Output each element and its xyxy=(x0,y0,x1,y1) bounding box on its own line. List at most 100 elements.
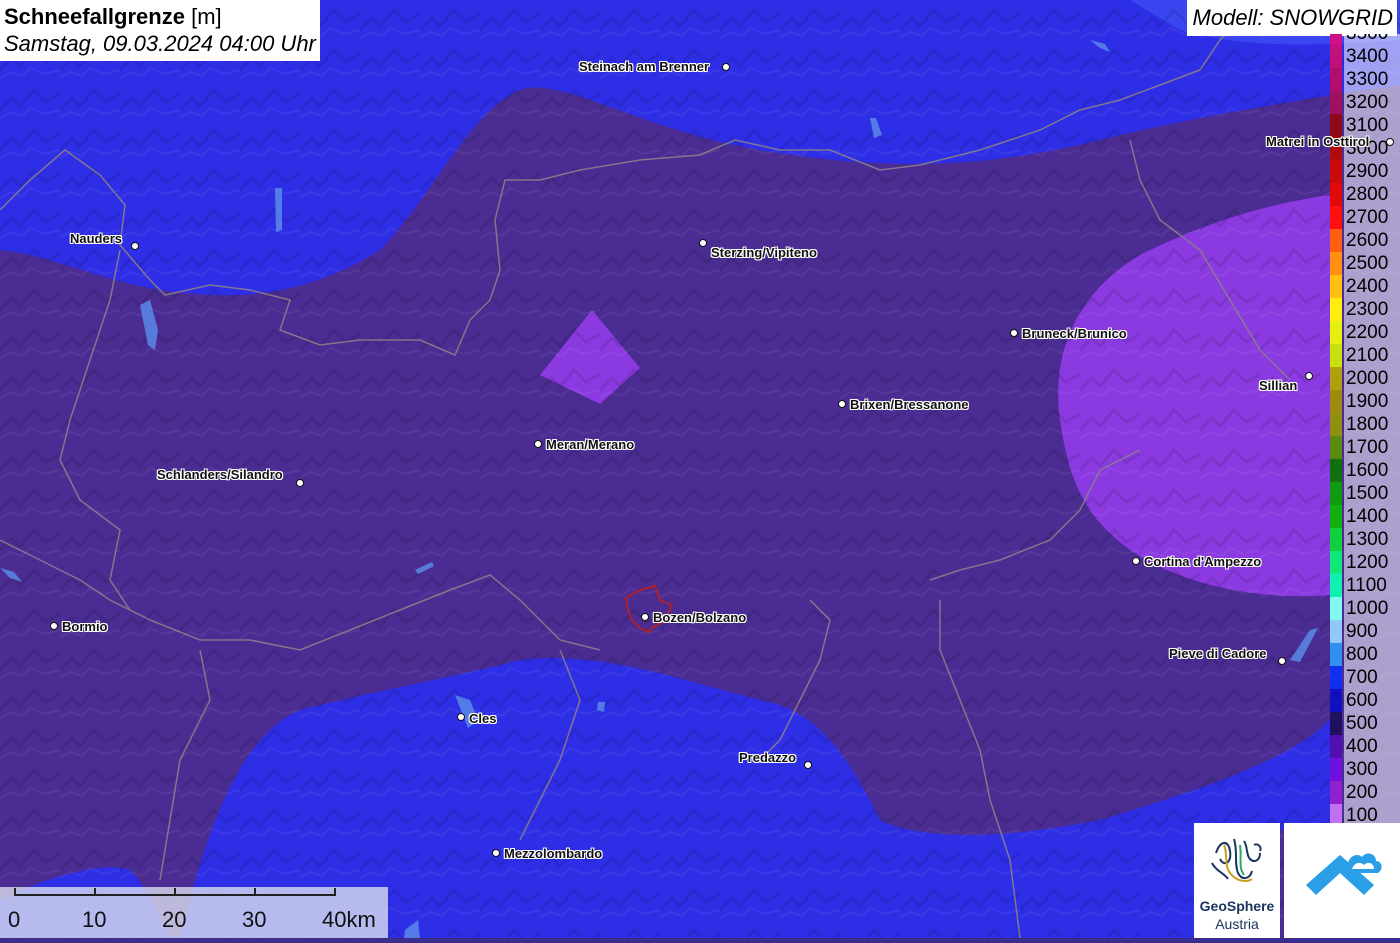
geosphere-logo[interactable]: GeoSphere Austria xyxy=(1194,823,1280,938)
legend-row: 300 xyxy=(1330,758,1400,781)
city-label-bruneck[interactable]: Bruneck/Brunico xyxy=(1022,326,1127,341)
city-dot-cortina[interactable] xyxy=(1132,557,1140,565)
legend-swatch xyxy=(1330,712,1342,735)
legend-label: 1800 xyxy=(1344,413,1400,436)
legend-label: 1100 xyxy=(1344,574,1400,597)
city-label-mezzolombardo[interactable]: Mezzolombardo xyxy=(504,846,602,861)
city-dot-pieve[interactable] xyxy=(1278,657,1286,665)
city-dot-meran[interactable] xyxy=(534,440,542,448)
city-label-cortina[interactable]: Cortina d'Ampezzo xyxy=(1144,554,1261,569)
legend-row: 1200 xyxy=(1330,551,1400,574)
city-label-meran[interactable]: Meran/Merano xyxy=(546,437,634,452)
city-label-steinach[interactable]: Steinach am Brenner xyxy=(579,59,709,74)
scale-label-30: 30 xyxy=(242,907,267,932)
legend-swatch xyxy=(1330,413,1342,436)
city-label-cles[interactable]: Cles xyxy=(469,711,496,726)
legend-row: 1600 xyxy=(1330,459,1400,482)
city-label-sillian[interactable]: Sillian xyxy=(1259,378,1297,393)
legend-label: 2200 xyxy=(1344,321,1400,344)
city-dot-bozen[interactable] xyxy=(641,613,649,621)
city-dot-brixen[interactable] xyxy=(838,400,846,408)
city-label-matrei[interactable]: Matrei in Osttirol xyxy=(1266,134,1369,149)
legend-row: 700 xyxy=(1330,666,1400,689)
legend-label: 1300 xyxy=(1344,528,1400,551)
color-legend: 3500340033003200310030002900280027002600… xyxy=(1330,34,1400,826)
legend-row: 2400 xyxy=(1330,275,1400,298)
city-dot-sterzing[interactable] xyxy=(699,239,707,247)
city-label-bozen[interactable]: Bozen/Bolzano xyxy=(653,610,746,625)
legend-label: 2900 xyxy=(1344,160,1400,183)
legend-label: 2400 xyxy=(1344,275,1400,298)
city-label-predazzo[interactable]: Predazzo xyxy=(739,750,796,765)
legend-swatch xyxy=(1330,45,1342,68)
legend-row: 1900 xyxy=(1330,390,1400,413)
legend-row: 3200 xyxy=(1330,91,1400,114)
scale-tick xyxy=(334,888,336,896)
city-dot-cles[interactable] xyxy=(457,713,465,721)
legend-swatch xyxy=(1330,390,1342,413)
scale-label-10: 10 xyxy=(82,907,107,932)
city-dot-nauders[interactable] xyxy=(131,242,139,250)
legend-swatch xyxy=(1330,183,1342,206)
geosphere-country: Austria xyxy=(1215,916,1259,932)
city-dot-matrei[interactable] xyxy=(1386,138,1394,146)
city-dot-schlanders[interactable] xyxy=(296,479,304,487)
city-label-schlanders[interactable]: Schlanders/Silandro xyxy=(157,467,283,482)
legend-label: 2600 xyxy=(1344,229,1400,252)
city-label-brixen[interactable]: Brixen/Bressanone xyxy=(850,397,969,412)
legend-swatch xyxy=(1330,275,1342,298)
legend-swatch xyxy=(1330,367,1342,390)
legend-label: 2500 xyxy=(1344,252,1400,275)
legend-row: 2300 xyxy=(1330,298,1400,321)
legend-label: 2800 xyxy=(1344,183,1400,206)
legend-swatch xyxy=(1330,344,1342,367)
legend-swatch xyxy=(1330,781,1342,804)
legend-swatch xyxy=(1330,735,1342,758)
scale-label-20: 20 xyxy=(162,907,187,932)
legend-label: 1700 xyxy=(1344,436,1400,459)
legend-row-top: 3500 xyxy=(1330,34,1400,45)
legend-label: 1900 xyxy=(1344,390,1400,413)
city-dot-bormio[interactable] xyxy=(50,622,58,630)
city-dot-sillian[interactable] xyxy=(1305,372,1313,380)
city-label-sterzing[interactable]: Sterzing/Vipiteno xyxy=(711,245,817,260)
legend-swatch xyxy=(1330,436,1342,459)
legend-swatch xyxy=(1330,528,1342,551)
legend-row: 1400 xyxy=(1330,505,1400,528)
legend-swatch xyxy=(1330,252,1342,275)
legend-label: 600 xyxy=(1344,689,1400,712)
map-title-box: Schneefallgrenze [m] Samstag, 09.03.2024… xyxy=(0,0,320,61)
legend-swatch xyxy=(1330,597,1342,620)
legend-label: 500 xyxy=(1344,712,1400,735)
snow-house-logo[interactable] xyxy=(1284,823,1400,938)
legend-swatch xyxy=(1330,505,1342,528)
legend-row: 800 xyxy=(1330,643,1400,666)
legend-row: 500 xyxy=(1330,712,1400,735)
geosphere-emblem-icon xyxy=(1211,838,1262,882)
map-title: Schneefallgrenze [m] xyxy=(4,3,316,30)
legend-label: 2700 xyxy=(1344,206,1400,229)
scale-tick xyxy=(174,888,176,896)
city-dot-predazzo[interactable] xyxy=(804,761,812,769)
city-dot-mezzolombardo[interactable] xyxy=(492,849,500,857)
legend-swatch xyxy=(1330,643,1342,666)
city-label-bormio[interactable]: Bormio xyxy=(62,619,108,634)
legend-row: 2500 xyxy=(1330,252,1400,275)
legend-row: 1800 xyxy=(1330,413,1400,436)
city-label-pieve[interactable]: Pieve di Cadore xyxy=(1169,646,1267,661)
legend-label: 700 xyxy=(1344,666,1400,689)
legend-row: 2800 xyxy=(1330,183,1400,206)
house-snow-icon xyxy=(1306,853,1382,895)
city-label-nauders[interactable]: Nauders xyxy=(70,231,122,246)
parameter-unit: [m] xyxy=(191,4,222,29)
legend-row: 1300 xyxy=(1330,528,1400,551)
city-dot-bruneck[interactable] xyxy=(1010,329,1018,337)
legend-swatch xyxy=(1330,229,1342,252)
legend-swatch xyxy=(1330,574,1342,597)
city-dot-steinach[interactable] xyxy=(722,63,730,71)
legend-label: 3300 xyxy=(1344,68,1400,91)
scale-tick xyxy=(94,888,96,896)
legend-swatch xyxy=(1330,206,1342,229)
legend-label: 300 xyxy=(1344,758,1400,781)
legend-label: 800 xyxy=(1344,643,1400,666)
